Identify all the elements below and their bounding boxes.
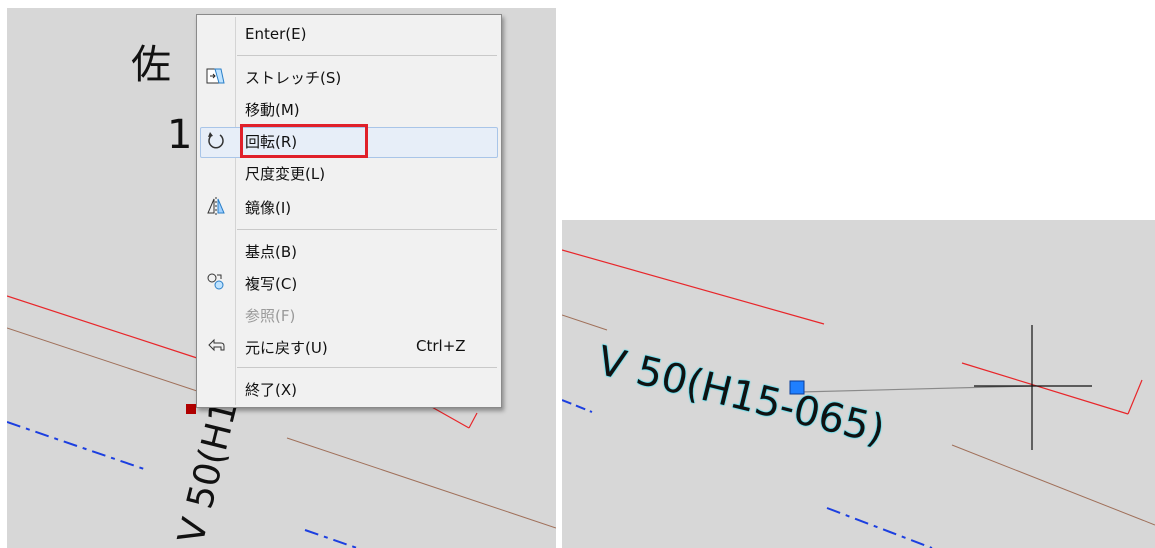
context-menu: Enter(E) ストレッチ(S) 移動(M) 回転(R) 尺度変更(L) 鏡像… bbox=[196, 14, 502, 408]
menu-item-base-point[interactable]: 基点(B) bbox=[198, 235, 500, 265]
drawing-digit: 1 bbox=[167, 112, 193, 158]
red-line bbox=[7, 295, 198, 359]
grip-point[interactable] bbox=[186, 404, 196, 414]
annotation-highlight-box bbox=[240, 124, 368, 158]
menu-item-label: 元に戻す(U) bbox=[245, 339, 328, 357]
red-line bbox=[562, 249, 825, 325]
brown-line bbox=[562, 314, 608, 331]
menu-item-shortcut: Ctrl+Z bbox=[416, 337, 466, 355]
menu-item-label: ストレッチ(S) bbox=[245, 69, 342, 87]
menu-separator bbox=[237, 55, 497, 56]
brown-line bbox=[7, 327, 198, 392]
menu-separator bbox=[237, 367, 497, 368]
brown-line bbox=[951, 444, 1155, 526]
menu-item-label: 鏡像(I) bbox=[245, 199, 292, 217]
red-line bbox=[429, 405, 470, 429]
menu-item-undo[interactable]: 元に戻す(U) Ctrl+Z bbox=[198, 331, 500, 361]
menu-item-exit[interactable]: 終了(X) bbox=[198, 373, 500, 403]
menu-item-label: 基点(B) bbox=[245, 243, 297, 261]
menu-item-scale[interactable]: 尺度変更(L) bbox=[198, 157, 500, 187]
blue-dashed-line bbox=[826, 507, 933, 548]
red-line bbox=[468, 412, 478, 429]
menu-item-label: Enter(E) bbox=[245, 25, 307, 43]
rotate-icon bbox=[206, 130, 226, 150]
red-line bbox=[1127, 379, 1143, 415]
undo-icon bbox=[206, 336, 226, 356]
rubber-band-line bbox=[799, 385, 1033, 393]
menu-item-label: 参照(F) bbox=[245, 307, 296, 325]
red-line bbox=[961, 362, 1129, 415]
stretch-icon bbox=[206, 66, 226, 86]
menu-item-stretch[interactable]: ストレッチ(S) bbox=[198, 61, 500, 91]
menu-item-label: 移動(M) bbox=[245, 101, 300, 119]
cad-canvas-right[interactable]: V 50(H15-065) bbox=[562, 220, 1155, 548]
menu-item-move[interactable]: 移動(M) bbox=[198, 93, 500, 123]
blue-dashed-line bbox=[7, 421, 148, 471]
menu-separator bbox=[237, 229, 497, 230]
menu-item-enter[interactable]: Enter(E) bbox=[198, 19, 500, 49]
blue-dashed-line bbox=[562, 399, 593, 413]
drawing-title-char: 佐 bbox=[131, 42, 171, 88]
menu-item-reference: 参照(F) bbox=[198, 299, 500, 329]
menu-item-label: 複写(C) bbox=[245, 275, 298, 293]
blue-dashed-line bbox=[304, 529, 358, 548]
mirror-icon bbox=[206, 196, 226, 216]
menu-item-copy[interactable]: 複写(C) bbox=[198, 267, 500, 297]
menu-item-label: 終了(X) bbox=[245, 381, 297, 399]
menu-item-mirror[interactable]: 鏡像(I) bbox=[198, 191, 500, 221]
brown-line bbox=[286, 437, 556, 529]
copy-icon bbox=[206, 272, 226, 292]
menu-item-label: 尺度変更(L) bbox=[245, 165, 326, 183]
